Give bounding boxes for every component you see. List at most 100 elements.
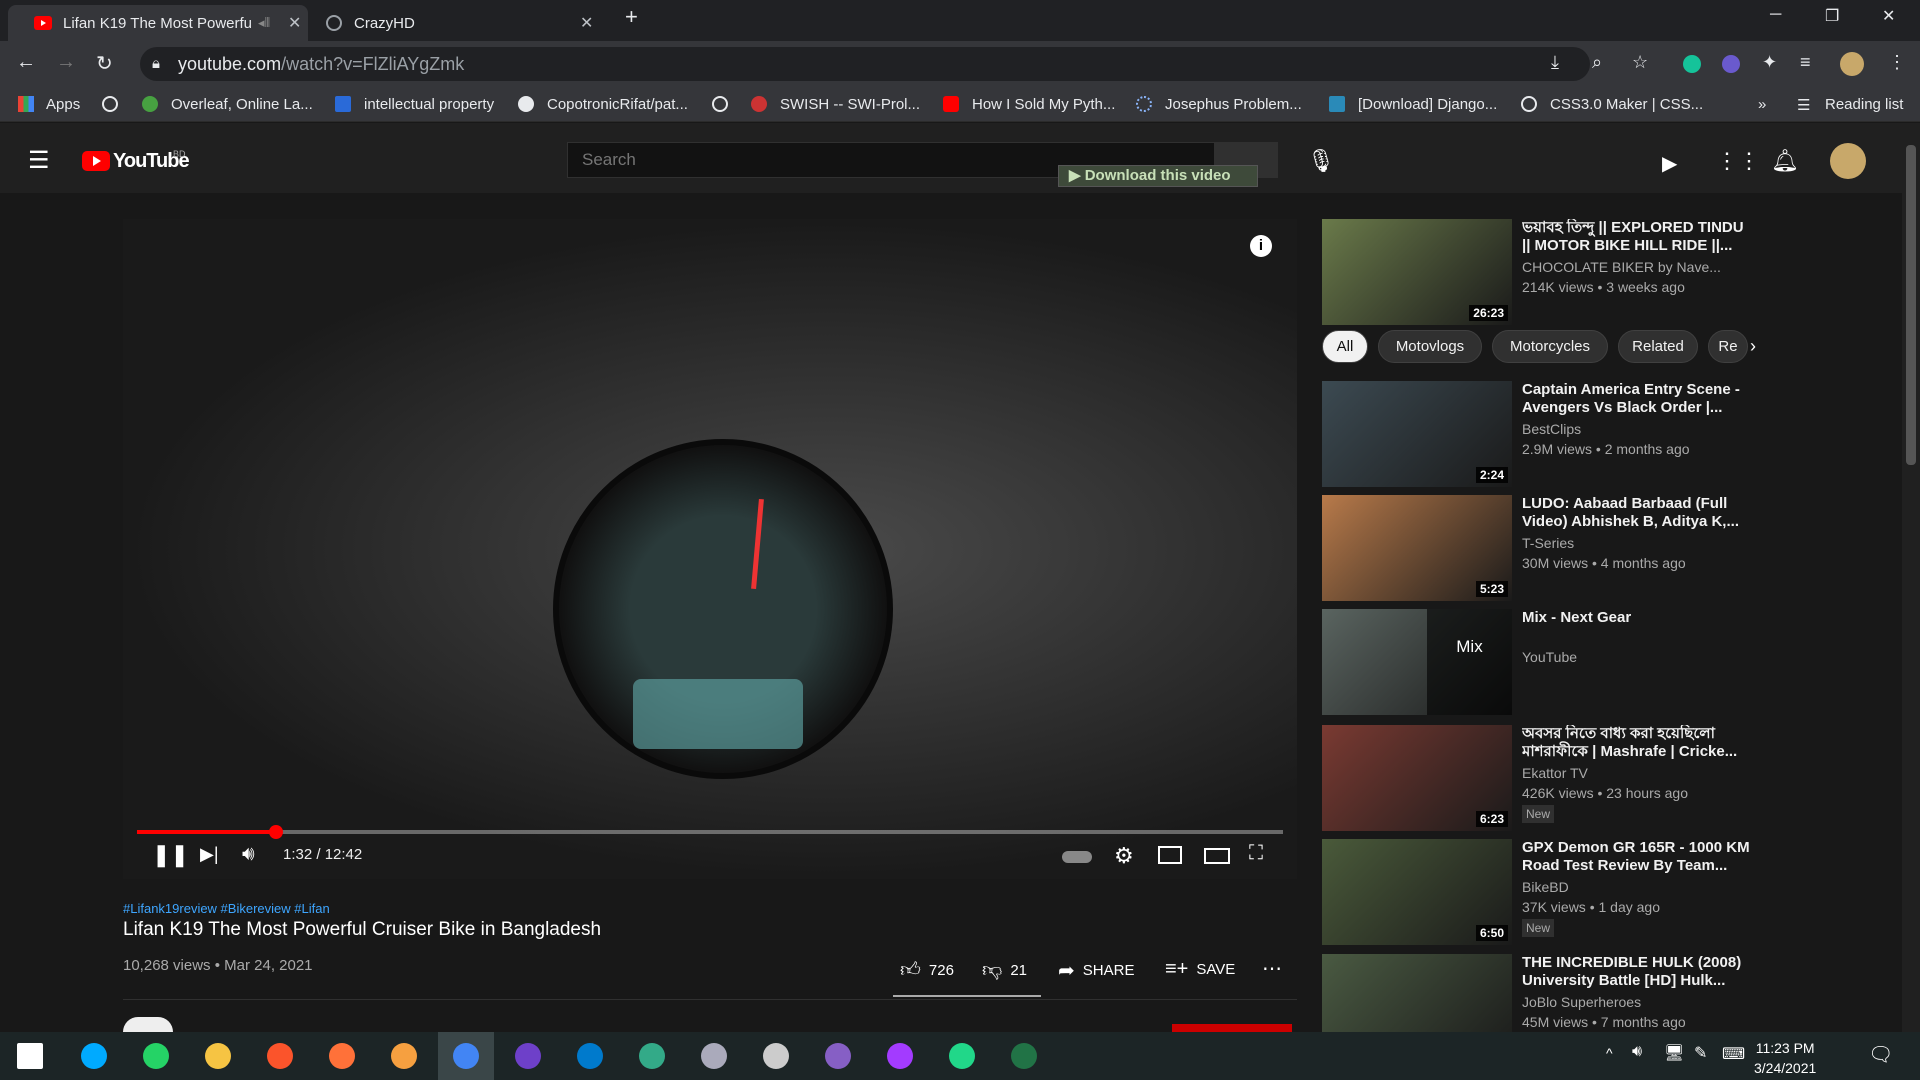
github-desktop-icon[interactable] xyxy=(500,1032,556,1080)
card-title[interactable]: Captain America Entry Scene - Avengers V… xyxy=(1522,381,1752,417)
video-thumbnail[interactable]: Mix xyxy=(1322,609,1512,715)
save-button[interactable]: ≡+ SAVE xyxy=(1165,958,1235,981)
theater-mode-icon[interactable] xyxy=(1204,848,1230,864)
card-title[interactable]: অবসর নিতে বাধ্য করা হয়েছিলো মাশরাফীকে |… xyxy=(1522,725,1752,761)
card-channel[interactable]: BestClips xyxy=(1522,421,1581,437)
tab-crazyhd[interactable]: CrazyHD ✕ xyxy=(310,5,600,41)
recommendation-card[interactable]: 6:23 অবসর নিতে বাধ্য করা হয়েছিলো মাশরাফী… xyxy=(1322,725,1752,833)
close-window-icon[interactable]: ✕ xyxy=(1882,6,1895,26)
card-title[interactable]: THE INCREDIBLE HULK (2008) University Ba… xyxy=(1522,954,1752,990)
close-tab-icon[interactable]: ✕ xyxy=(288,13,301,33)
account-avatar[interactable] xyxy=(1830,143,1866,179)
bookmark-overleaf[interactable]: Overleaf, Online La... xyxy=(171,96,313,113)
chip-motorcycles[interactable]: Motorcycles xyxy=(1492,330,1608,363)
hashtags[interactable]: #Lifank19review #Bikereview #Lifan xyxy=(123,901,330,916)
reload-icon[interactable]: ↻ xyxy=(96,51,113,76)
bookmark-github[interactable]: CopotronicRifat/pat... xyxy=(547,96,688,113)
card-channel[interactable]: Ekattor TV xyxy=(1522,765,1588,781)
apps-grid-icon[interactable]: ⋮⋮ xyxy=(1716,148,1760,174)
url-text[interactable]: youtube.com/watch?v=FlZliAYgZmk xyxy=(178,54,464,75)
chip-related[interactable]: Related xyxy=(1618,330,1698,363)
keyboard-icon[interactable]: ⌨ xyxy=(1722,1044,1745,1064)
bookmark-josephus[interactable]: Josephus Problem... xyxy=(1165,96,1302,113)
create-video-icon[interactable]: ▶︎ xyxy=(1662,151,1677,176)
visual-studio-icon[interactable] xyxy=(810,1032,866,1080)
chevron-right-icon[interactable]: › xyxy=(1750,336,1756,357)
profile-avatar[interactable] xyxy=(1840,52,1864,76)
progress-bar[interactable] xyxy=(137,825,1283,839)
channel-avatar[interactable] xyxy=(123,1017,173,1032)
share-button[interactable]: ➦ SHARE xyxy=(1058,958,1134,983)
zoom-icon[interactable]: ⌕ xyxy=(1592,52,1602,73)
recommendation-card[interactable]: 2:24 Captain America Entry Scene - Avenge… xyxy=(1322,381,1752,489)
card-channel[interactable]: BikeBD xyxy=(1522,879,1569,895)
network-icon[interactable]: 🖥︎ xyxy=(1664,1043,1684,1063)
pen-icon[interactable]: ✎ xyxy=(1694,1043,1707,1063)
lock-icon[interactable]: 🔒︎ xyxy=(152,55,160,72)
brave-icon[interactable] xyxy=(252,1032,308,1080)
chip-all[interactable]: All xyxy=(1322,330,1368,363)
volume-icon[interactable]: 🔊︎ xyxy=(242,843,255,866)
bookmark-apps[interactable]: Apps xyxy=(46,96,80,113)
recommendation-card[interactable]: 26:23 ভয়াবহ তিন্দু || EXPLORED TINDU || … xyxy=(1322,219,1752,327)
app-icon[interactable] xyxy=(624,1032,680,1080)
reading-list-icon[interactable]: ☰ xyxy=(1797,96,1810,114)
hamburger-icon[interactable]: ☰ xyxy=(28,146,50,175)
chrome-icon[interactable] xyxy=(438,1032,494,1080)
video-thumbnail[interactable]: 2:24 xyxy=(1322,381,1512,487)
video-thumbnail[interactable]: 6:23 xyxy=(1322,725,1512,831)
bookmark-django[interactable]: [Download] Django... xyxy=(1358,96,1497,113)
video-thumbnail[interactable]: 6:50 xyxy=(1322,839,1512,945)
bookmark-swish[interactable]: SWISH -- SWI-Prol... xyxy=(780,96,920,113)
more-bookmarks-icon[interactable]: » xyxy=(1758,96,1766,113)
vscode-icon[interactable] xyxy=(562,1032,618,1080)
card-channel[interactable]: YouTube xyxy=(1522,649,1577,665)
tab-youtube[interactable]: Lifan K19 The Most Powerful ◂⦀ ✕ xyxy=(8,5,308,41)
more-actions-icon[interactable]: ⋯ xyxy=(1262,956,1282,981)
app-icon[interactable] xyxy=(748,1032,804,1080)
video-thumbnail[interactable]: 26:23 xyxy=(1322,219,1512,325)
system-clock[interactable]: 11:23 PM 3/24/2021 xyxy=(1754,1038,1816,1078)
windows-start-icon[interactable] xyxy=(2,1032,58,1080)
bookmark-css[interactable]: CSS3.0 Maker | CSS... xyxy=(1550,96,1703,113)
card-title[interactable]: Mix - Next Gear xyxy=(1522,609,1752,627)
back-icon[interactable]: ← xyxy=(16,51,36,74)
recommendation-card[interactable]: Mix Mix - Next Gear YouTube xyxy=(1322,609,1752,717)
chip-motovlogs[interactable]: Motovlogs xyxy=(1378,330,1482,363)
minimize-icon[interactable]: ─ xyxy=(1770,6,1781,24)
fullscreen-icon[interactable]: ⛶ xyxy=(1249,842,1263,865)
notifications-bell-icon[interactable]: 🔔︎ xyxy=(1771,148,1799,174)
puzzle-icon[interactable]: ✦ xyxy=(1762,52,1777,73)
autoplay-toggle[interactable] xyxy=(1062,851,1092,863)
scrubber-handle[interactable] xyxy=(268,825,283,839)
card-title[interactable]: GPX Demon GR 165R - 1000 KM Road Test Re… xyxy=(1522,839,1752,875)
subscribe-button[interactable] xyxy=(1172,1024,1292,1032)
chip-more[interactable]: Re xyxy=(1708,330,1748,363)
dislike-button[interactable]: 👎︎ 21 xyxy=(982,958,1027,982)
maximize-icon[interactable]: ❐ xyxy=(1825,6,1839,26)
install-icon[interactable]: ⤓ xyxy=(1551,52,1559,73)
pycharm-icon[interactable] xyxy=(934,1032,990,1080)
bookmark-star-icon[interactable]: ☆ xyxy=(1632,52,1648,73)
settings-gear-icon[interactable]: ⚙ xyxy=(1114,843,1134,869)
card-title[interactable]: LUDO: Aabaad Barbaad (Full Video) Abhish… xyxy=(1522,495,1752,531)
card-channel[interactable]: CHOCOLATE BIKER by Nave... xyxy=(1522,259,1721,275)
app-icon[interactable] xyxy=(996,1032,1052,1080)
recommendation-card[interactable]: 6:50 GPX Demon GR 165R - 1000 KM Road Tes… xyxy=(1322,839,1752,947)
video-thumbnail[interactable]: 5:23 xyxy=(1322,495,1512,601)
miniplayer-icon[interactable] xyxy=(1158,846,1182,864)
video-player[interactable]: i xyxy=(123,219,1297,879)
pause-icon[interactable]: ❚❚ xyxy=(152,842,189,868)
scrollbar-thumb[interactable] xyxy=(1906,145,1916,465)
download-video-button[interactable]: ▶ Download this video xyxy=(1058,165,1258,187)
like-button[interactable]: 👍︎ 726 xyxy=(900,958,954,982)
card-channel[interactable]: JoBlo Superheroes xyxy=(1522,994,1641,1010)
next-icon[interactable]: ▶| xyxy=(200,844,219,865)
media-queue-icon[interactable]: ≡ xyxy=(1800,52,1811,73)
mute-tab-icon[interactable]: ◂⦀ xyxy=(258,15,270,31)
bookmark-youtube[interactable]: How I Sold My Pyth... xyxy=(972,96,1115,113)
info-icon[interactable]: i xyxy=(1250,235,1272,257)
reading-list[interactable]: Reading list xyxy=(1825,96,1903,113)
app-icon[interactable] xyxy=(376,1032,432,1080)
messenger-icon[interactable] xyxy=(872,1032,928,1080)
